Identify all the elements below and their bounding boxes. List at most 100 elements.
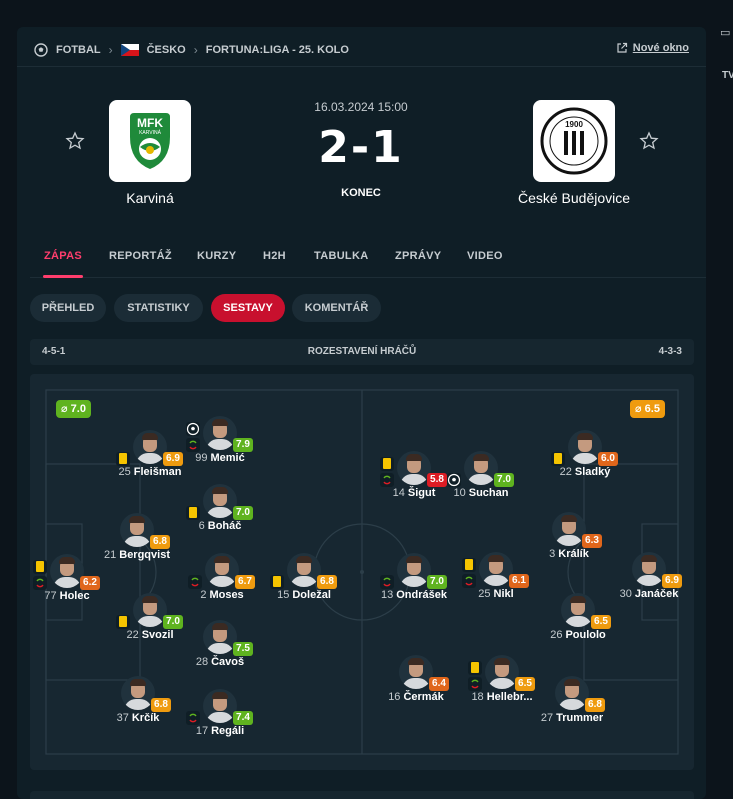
tab-zpravy[interactable]: ZPRÁVY <box>395 250 441 262</box>
player-photo <box>287 553 321 587</box>
breadcrumb-sport[interactable]: FOTBAL <box>56 44 101 56</box>
player-number: 27 <box>540 712 554 724</box>
external-link-icon <box>617 42 627 53</box>
player-number: 26 <box>550 629 563 641</box>
breadcrumb-league[interactable]: FORTUNA:LIGA - 25. KOLO <box>206 44 349 56</box>
player-number: 2 <box>200 589 207 601</box>
player-photo <box>50 554 84 588</box>
home-team-logo[interactable]: MFK KARVINÁ <box>109 100 191 182</box>
player-card[interactable]: 6.8 15 Doležal <box>254 553 354 613</box>
player-label: 10 Suchan <box>421 487 541 499</box>
player-label: 17 Regáli <box>160 725 280 737</box>
player-number: 15 <box>277 589 290 601</box>
subtab-komentar[interactable]: KOMENTÁŘ <box>292 294 381 322</box>
next-section <box>30 791 694 799</box>
player-card[interactable]: 7.5 28 Čavoš <box>170 620 270 680</box>
home-team-name[interactable]: Karviná <box>90 190 210 206</box>
player-name: Bergqvist <box>119 549 170 561</box>
home-team-rating: ⌀ 7.0 <box>56 400 91 418</box>
player-name: Krčík <box>131 712 160 724</box>
away-team-logo[interactable]: 1900 <box>533 100 615 182</box>
player-number: 13 <box>381 589 394 601</box>
player-name: Memić <box>210 452 245 464</box>
player-name: Čermák <box>403 691 444 703</box>
tab-tabulka[interactable]: TABULKA <box>314 250 368 262</box>
player-rating-badge: 6.4 <box>429 677 449 691</box>
player-label: 99 Memić <box>160 452 280 464</box>
subtab-sestavy[interactable]: SESTAVY <box>211 294 285 322</box>
goal-ball-icon <box>186 422 200 436</box>
match-score: 2-1 <box>318 122 404 173</box>
divider <box>17 66 706 67</box>
substitution-icon <box>380 575 394 589</box>
player-photo <box>485 655 519 689</box>
breadcrumb-country[interactable]: ČESKO <box>147 44 186 56</box>
czech-flag-icon <box>120 44 139 56</box>
substitution-icon <box>462 574 476 588</box>
subtab-statistiky[interactable]: STATISTIKY <box>114 294 203 322</box>
player-name: Suchan <box>468 487 509 499</box>
player-number: 25 <box>118 466 131 478</box>
player-label: 26 Poulolo <box>518 629 638 641</box>
player-photo <box>205 553 239 587</box>
player-card[interactable]: 6.5 26 Poulolo <box>528 593 628 653</box>
player-photo <box>133 593 167 627</box>
chevron-right-icon: › <box>108 43 113 57</box>
player-number: 3 <box>549 548 556 560</box>
home-logo-sub: KARVINÁ <box>139 129 162 136</box>
player-label: 15 Doležal <box>244 589 364 601</box>
player-photo <box>397 451 431 485</box>
player-rating-badge: 6.8 <box>317 575 337 589</box>
player-photo <box>561 593 595 627</box>
player-number: 37 <box>116 712 129 724</box>
player-card[interactable]: 6.0 22 Sladký <box>535 430 635 490</box>
player-number: 28 <box>195 656 209 668</box>
tab-kurzy[interactable]: KURZY <box>197 250 236 262</box>
player-card[interactable]: 7.9 99 Memić <box>170 416 270 476</box>
substitution-icon <box>33 576 47 590</box>
player-rating-badge: 6.5 <box>591 615 611 629</box>
player-card[interactable]: 6.4 16 Čermák <box>366 655 466 715</box>
subtab-prehled[interactable]: PŘEHLED <box>30 294 106 322</box>
yellow-card-icon <box>116 615 130 629</box>
app-root: FOTBAL › ČESKO › FORTUNA:LIGA - 25. KOLO… <box>0 0 733 799</box>
player-rating-badge: 7.0 <box>233 506 253 520</box>
breadcrumb: FOTBAL › ČESKO › FORTUNA:LIGA - 25. KOLO <box>34 42 349 58</box>
player-rating-badge: 7.4 <box>233 711 253 725</box>
lineup-pitch: ⌀ 7.0 ⌀ 6.5 6.9 25 Fleišman 7.9 99 Memić 7.0 6 B… <box>30 374 694 770</box>
player-name: Trummer <box>556 712 604 724</box>
side-panel-icon[interactable]: ▭ <box>720 26 730 39</box>
favorite-star-icon-away[interactable] <box>639 131 659 151</box>
player-photo <box>555 676 589 710</box>
player-photo <box>479 552 513 586</box>
player-card[interactable]: 6.8 27 Trummer <box>522 676 622 736</box>
player-photo <box>632 552 666 586</box>
player-rating-badge: 7.5 <box>233 642 253 656</box>
player-number: 22 <box>559 466 572 478</box>
player-name: Moses <box>209 589 244 601</box>
goal-ball-icon <box>447 473 461 487</box>
player-card[interactable]: 7.4 17 Regáli <box>170 689 270 749</box>
tab-video[interactable]: VIDEO <box>467 250 503 262</box>
player-rating-badge: 7.0 <box>494 473 514 487</box>
formation-title: ROZESTAVENÍ HRÁČŮ <box>307 346 417 357</box>
player-label: 28 Čavoš <box>160 656 280 668</box>
tab-zapas[interactable]: ZÁPAS <box>44 250 82 262</box>
substitution-icon <box>186 438 200 452</box>
away-team-name[interactable]: České Budějovice <box>500 190 648 206</box>
player-name: Králík <box>558 548 589 560</box>
player-photo <box>397 553 431 587</box>
match-tabs: ZÁPAS REPORTÁŽ KURZY H2H TABULKA ZPRÁVY … <box>30 238 706 278</box>
favorite-star-icon-home[interactable] <box>65 131 85 151</box>
player-number: 25 <box>478 588 491 600</box>
player-photo <box>552 512 586 546</box>
tab-reportaz[interactable]: REPORTÁŽ <box>109 250 172 262</box>
player-card[interactable]: 7.0 10 Suchan <box>431 451 531 511</box>
player-rating-badge: 6.1 <box>509 574 529 588</box>
away-logo-text: 1900 <box>565 120 583 129</box>
tab-h2h[interactable]: H2H <box>263 250 286 262</box>
new-window-link[interactable]: Nové okno <box>616 42 689 54</box>
formation-bar: 4-5-1 ROZESTAVENÍ HRÁČŮ 4-3-3 <box>30 339 694 365</box>
player-number: 10 <box>453 487 466 499</box>
player-number: 17 <box>195 725 209 737</box>
